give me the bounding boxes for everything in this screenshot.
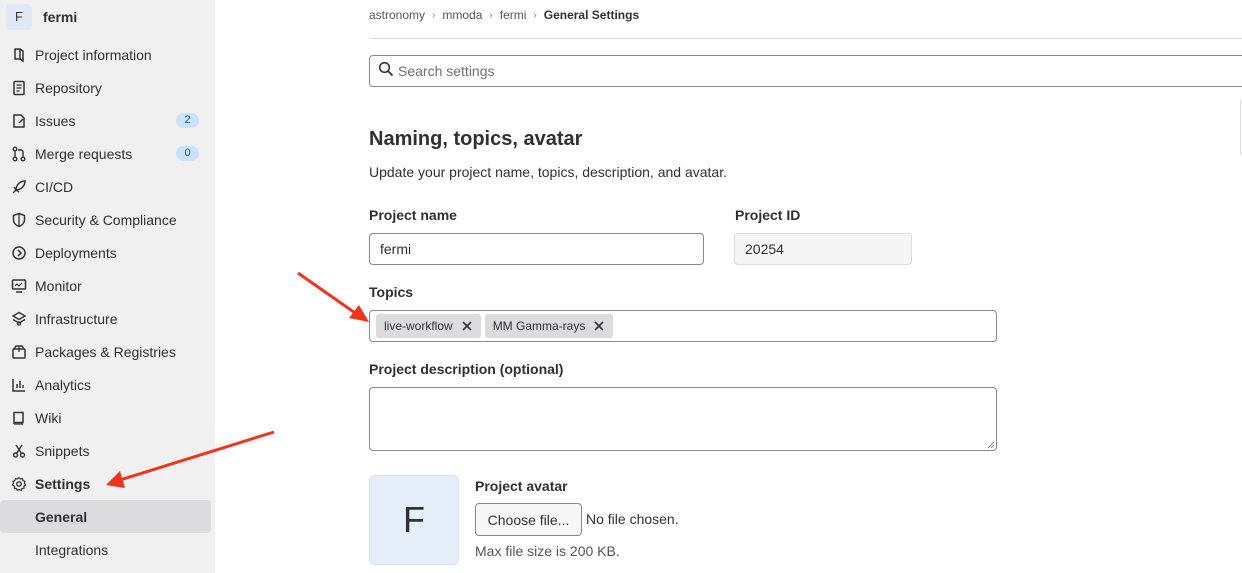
sidebar-item-label: Issues: [35, 112, 76, 129]
repository-icon: [10, 79, 28, 97]
issues-icon: [10, 112, 28, 130]
project-name-field[interactable]: fermi: [369, 233, 704, 265]
topic-token-label: MM Gamma-rays: [492, 319, 586, 333]
project-id-label: Project ID: [735, 207, 801, 223]
project-name-label: Project name: [369, 207, 457, 223]
chevron-right-icon: ›: [432, 9, 436, 21]
sidebar-item-label: Settings: [35, 475, 91, 492]
sidebar-item-snippets[interactable]: Snippets: [0, 434, 215, 467]
sidebar-item-label: Infrastructure: [35, 310, 118, 327]
project-avatar-label: Project avatar: [475, 478, 568, 494]
topic-token-label: live-workflow: [384, 319, 453, 333]
topic-token: live-workflow: [376, 314, 481, 338]
analytics-icon: [10, 376, 28, 394]
choose-file-button[interactable]: Choose file...: [475, 503, 582, 536]
sidebar-item-security-compliance[interactable]: Security & Compliance: [0, 203, 215, 236]
breadcrumb-link[interactable]: astronomy: [369, 8, 425, 22]
book-icon: [10, 409, 28, 427]
chevron-right-icon: ›: [489, 9, 493, 21]
sidebar-item-ci-cd[interactable]: CI/CD: [0, 170, 215, 203]
shield-icon: [10, 211, 28, 229]
project-information-icon: [10, 46, 28, 64]
resize-grip-icon[interactable]: [987, 441, 995, 449]
breadcrumb: astronomy › mmoda › fermi › General Sett…: [369, 8, 639, 22]
sidebar-item-label: Packages & Registries: [35, 343, 176, 360]
close-icon[interactable]: [461, 320, 473, 332]
topics-label: Topics: [369, 284, 414, 300]
sidebar-item-label: CI/CD: [35, 178, 74, 195]
sidebar-item-repository[interactable]: Repository: [0, 71, 215, 104]
max-file-size-help: Max file size is 200 KB.: [475, 543, 620, 559]
sidebar-item-wiki[interactable]: Wiki: [0, 401, 215, 434]
rocket-icon: [10, 178, 28, 196]
sidebar-item-analytics[interactable]: Analytics: [0, 368, 215, 401]
merge-requests-icon: [10, 145, 28, 163]
sidebar-item-monitor[interactable]: Monitor: [0, 269, 215, 302]
chevron-right-icon: ›: [533, 9, 537, 21]
sidebar-item-deployments[interactable]: Deployments: [0, 236, 215, 269]
package-icon: [10, 343, 28, 361]
breadcrumb-current[interactable]: General Settings: [544, 8, 639, 22]
close-icon[interactable]: [593, 320, 605, 332]
monitor-icon: [10, 277, 28, 295]
breadcrumb-link[interactable]: mmoda: [442, 8, 482, 22]
sidebar-item-label: Deployments: [35, 244, 117, 261]
project-avatar: F: [6, 3, 32, 30]
project-description-textarea[interactable]: [369, 387, 997, 451]
sidebar-item-packages-registries[interactable]: Packages & Registries: [0, 335, 215, 368]
sidebar-item-merge-requests[interactable]: Merge requests 0: [0, 137, 215, 170]
sidebar-item-label: Analytics: [35, 376, 92, 393]
sidebar-item-label: Wiki: [35, 409, 62, 426]
sidebar-item-issues[interactable]: Issues 2: [0, 104, 215, 137]
section-title: Naming, topics, avatar: [369, 128, 583, 150]
sidebar-item-label: Security & Compliance: [35, 211, 177, 228]
search-input[interactable]: [398, 63, 998, 79]
panel-edge: [1240, 100, 1241, 155]
sidebar-item-infrastructure[interactable]: Infrastructure: [0, 302, 215, 335]
sidebar-item-label: Snippets: [35, 442, 90, 459]
topics-field[interactable]: live-workflow MM Gamma-rays: [369, 310, 997, 342]
merge-requests-count-badge: 0: [176, 146, 199, 161]
sidebar-nav: Project information Repository Issues 2 …: [0, 38, 215, 566]
snippet-icon: [10, 442, 28, 460]
issues-count-badge: 2: [176, 113, 199, 128]
arrow-to-topics: [297, 271, 369, 322]
sidebar-item-label: Monitor: [35, 277, 82, 294]
breadcrumb-link[interactable]: fermi: [500, 8, 527, 22]
description-label: Project description (optional): [369, 361, 564, 377]
deployments-icon: [10, 244, 28, 262]
gear-icon: [10, 475, 28, 493]
project-id-field: 20254: [734, 233, 912, 265]
search-icon: [378, 61, 394, 82]
project-header[interactable]: F fermi: [0, 0, 215, 33]
sidebar-subitem-general[interactable]: General: [0, 500, 211, 533]
project-name: fermi: [43, 8, 78, 25]
header-divider: [369, 38, 1242, 39]
project-avatar-preview: F: [369, 475, 459, 565]
sidebar-item-settings[interactable]: Settings: [0, 467, 215, 500]
sidebar-item-project-information[interactable]: Project information: [0, 38, 215, 71]
topic-token: MM Gamma-rays: [484, 314, 614, 338]
section-description: Update your project name, topics, descri…: [369, 164, 727, 180]
sidebar-item-label: Merge requests: [35, 145, 133, 162]
search-settings-box[interactable]: [369, 55, 1242, 87]
sidebar: F fermi Project information Repository I…: [0, 0, 215, 573]
sidebar-item-label: Project information: [35, 46, 152, 63]
sidebar-item-label: Repository: [35, 79, 102, 96]
file-status-text: No file chosen.: [586, 511, 679, 527]
sidebar-subitem-integrations[interactable]: Integrations: [0, 533, 211, 566]
infrastructure-icon: [10, 310, 28, 328]
